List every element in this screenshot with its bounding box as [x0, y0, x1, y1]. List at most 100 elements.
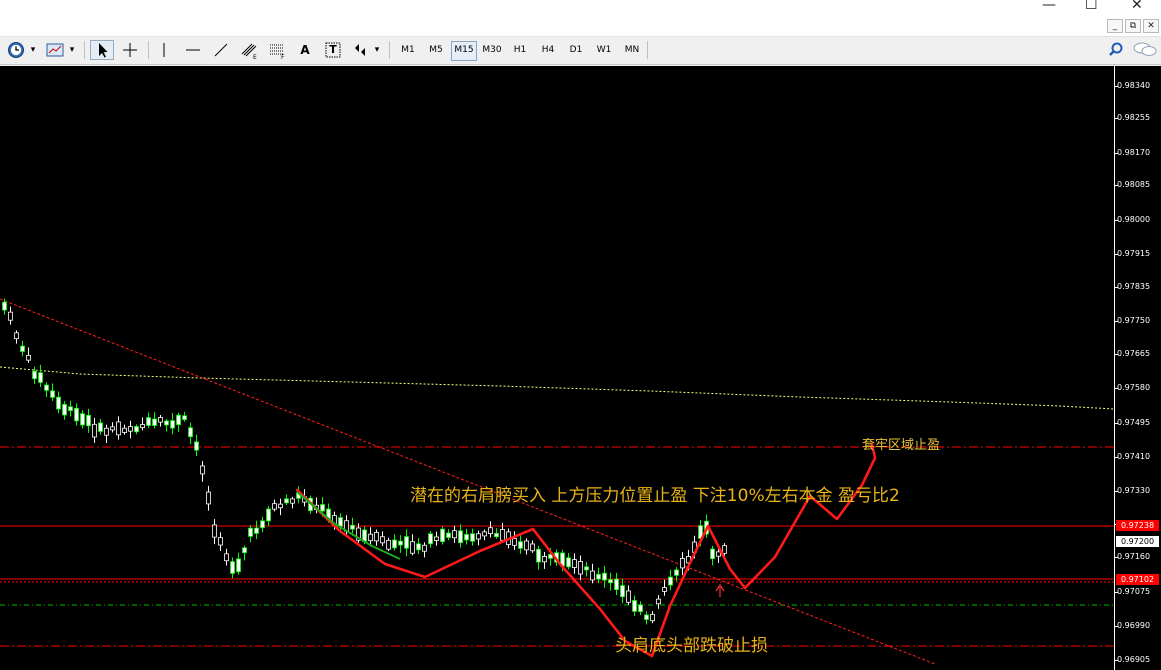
price-label: 0.96905: [1117, 655, 1151, 664]
candle-body: [416, 543, 421, 551]
candle-body: [128, 426, 133, 432]
candle-body: [290, 498, 295, 504]
text-label-icon[interactable]: T: [322, 40, 344, 60]
candle-body: [650, 613, 655, 622]
price-label: 0.97915: [1117, 249, 1151, 258]
candle-body: [32, 370, 37, 380]
candle-body: [140, 424, 145, 429]
candle-body: [284, 498, 289, 504]
descending-trendline: [0, 298, 936, 665]
candle-body: [14, 332, 19, 340]
candle-body: [572, 559, 577, 568]
candle-body: [632, 600, 637, 612]
candle-body: [374, 532, 379, 542]
candle-body: [710, 548, 715, 560]
vertical-line-icon[interactable]: [154, 40, 174, 60]
tf-w1-button[interactable]: W1: [591, 41, 617, 59]
candle-body: [530, 543, 535, 552]
hand-drawn-pattern-line: [295, 442, 877, 658]
price-label: 0.97330: [1117, 486, 1151, 495]
horizontal-line-icon[interactable]: [182, 40, 204, 60]
tf-h1-button[interactable]: H1: [507, 41, 533, 59]
text-icon[interactable]: A: [294, 40, 316, 60]
price-label: 0.97495: [1117, 418, 1151, 427]
price-label: 0.97580: [1117, 383, 1151, 392]
candle-body: [464, 534, 469, 541]
chat-icon[interactable]: [1132, 40, 1158, 60]
candle-body: [80, 413, 85, 426]
candle-body: [512, 538, 517, 546]
window-close-button[interactable]: ✕: [1131, 0, 1143, 13]
tf-d1-button[interactable]: D1: [563, 41, 589, 59]
menu-bar: _ ⧉ ✕: [0, 16, 1161, 37]
candle-body: [206, 491, 211, 505]
annotation-middle: 潜在的右肩膀买入 上方压力位置止盈 下注10%左右本金 盈亏比2: [410, 486, 900, 506]
clock-icon[interactable]: [5, 40, 27, 60]
tf-m15-button[interactable]: M15: [451, 41, 477, 61]
annotation-bottom: 头肩底头部跌破止损: [615, 636, 768, 656]
candle-body: [182, 415, 187, 420]
window-minimize-button[interactable]: —: [1042, 0, 1056, 13]
candle-body: [674, 569, 679, 576]
candle-body: [488, 527, 493, 534]
tf-mn-button[interactable]: MN: [619, 41, 645, 59]
price-label: 0.97160: [1117, 552, 1151, 561]
support-level-label: 0.97102: [1116, 574, 1159, 585]
tf-h4-button[interactable]: H4: [535, 41, 561, 59]
candle-body: [272, 503, 277, 510]
candle-body: [134, 426, 139, 433]
candle-body: [260, 520, 265, 529]
fibonacci-icon[interactable]: F: [266, 40, 288, 61]
resistance-level-label: 0.97238: [1116, 520, 1159, 531]
candle-body: [320, 504, 325, 512]
candle-body: [386, 539, 391, 550]
candle-body: [224, 553, 229, 562]
tf-m30-button[interactable]: M30: [479, 41, 505, 59]
chart-restore-button[interactable]: ⧉: [1125, 19, 1141, 33]
candle-body: [170, 420, 175, 429]
candle-body: [410, 541, 415, 554]
template-dropdown-icon[interactable]: ▾: [67, 40, 77, 60]
arrow-dropdown-icon[interactable]: ▾: [372, 40, 382, 60]
chart-canvas: [0, 66, 1118, 670]
chart-template-icon[interactable]: [44, 40, 66, 60]
cursor-icon[interactable]: [90, 40, 114, 60]
candle-body: [440, 528, 445, 542]
candle-body: [98, 422, 103, 432]
tf-m1-button[interactable]: M1: [395, 41, 421, 59]
price-label: 0.98340: [1117, 81, 1151, 90]
candle-body: [620, 585, 625, 598]
candle-body: [176, 414, 181, 426]
tf-m5-button[interactable]: M5: [423, 41, 449, 59]
candle-body: [578, 561, 583, 575]
trendline-icon[interactable]: [210, 40, 232, 60]
candle-body: [62, 404, 67, 416]
candle-body: [164, 420, 169, 426]
candle-body: [536, 548, 541, 563]
candle-body: [242, 547, 247, 554]
crosshair-icon[interactable]: [119, 40, 141, 60]
candle-body: [404, 536, 409, 549]
equidistant-channel-icon[interactable]: E: [238, 40, 260, 61]
svg-text:E: E: [253, 54, 257, 60]
arrow-shapes-icon[interactable]: [349, 40, 371, 60]
candle-body: [44, 384, 49, 391]
candlesticks: [2, 298, 727, 625]
price-label: 0.96990: [1117, 621, 1151, 630]
chart-minimize-button[interactable]: _: [1107, 19, 1123, 33]
candle-body: [476, 533, 481, 540]
candle-body: [644, 614, 649, 620]
candle-body: [218, 537, 223, 546]
candle-body: [722, 545, 727, 554]
search-icon[interactable]: [1106, 40, 1126, 60]
window-maximize-button[interactable]: ☐: [1085, 0, 1098, 13]
chart-close-button[interactable]: ✕: [1143, 19, 1159, 33]
title-bar: — ☐ ✕: [0, 0, 1161, 16]
candle-body: [194, 441, 199, 451]
clock-dropdown-icon[interactable]: ▾: [28, 40, 38, 60]
candle-body: [500, 529, 505, 541]
candle-body: [92, 423, 97, 438]
price-chart[interactable]: 套牢区域止盈 潜在的右肩膀买入 上方压力位置止盈 下注10%左右本金 盈亏比2 …: [0, 66, 1161, 670]
candle-body: [68, 406, 73, 411]
candle-body: [392, 539, 397, 549]
